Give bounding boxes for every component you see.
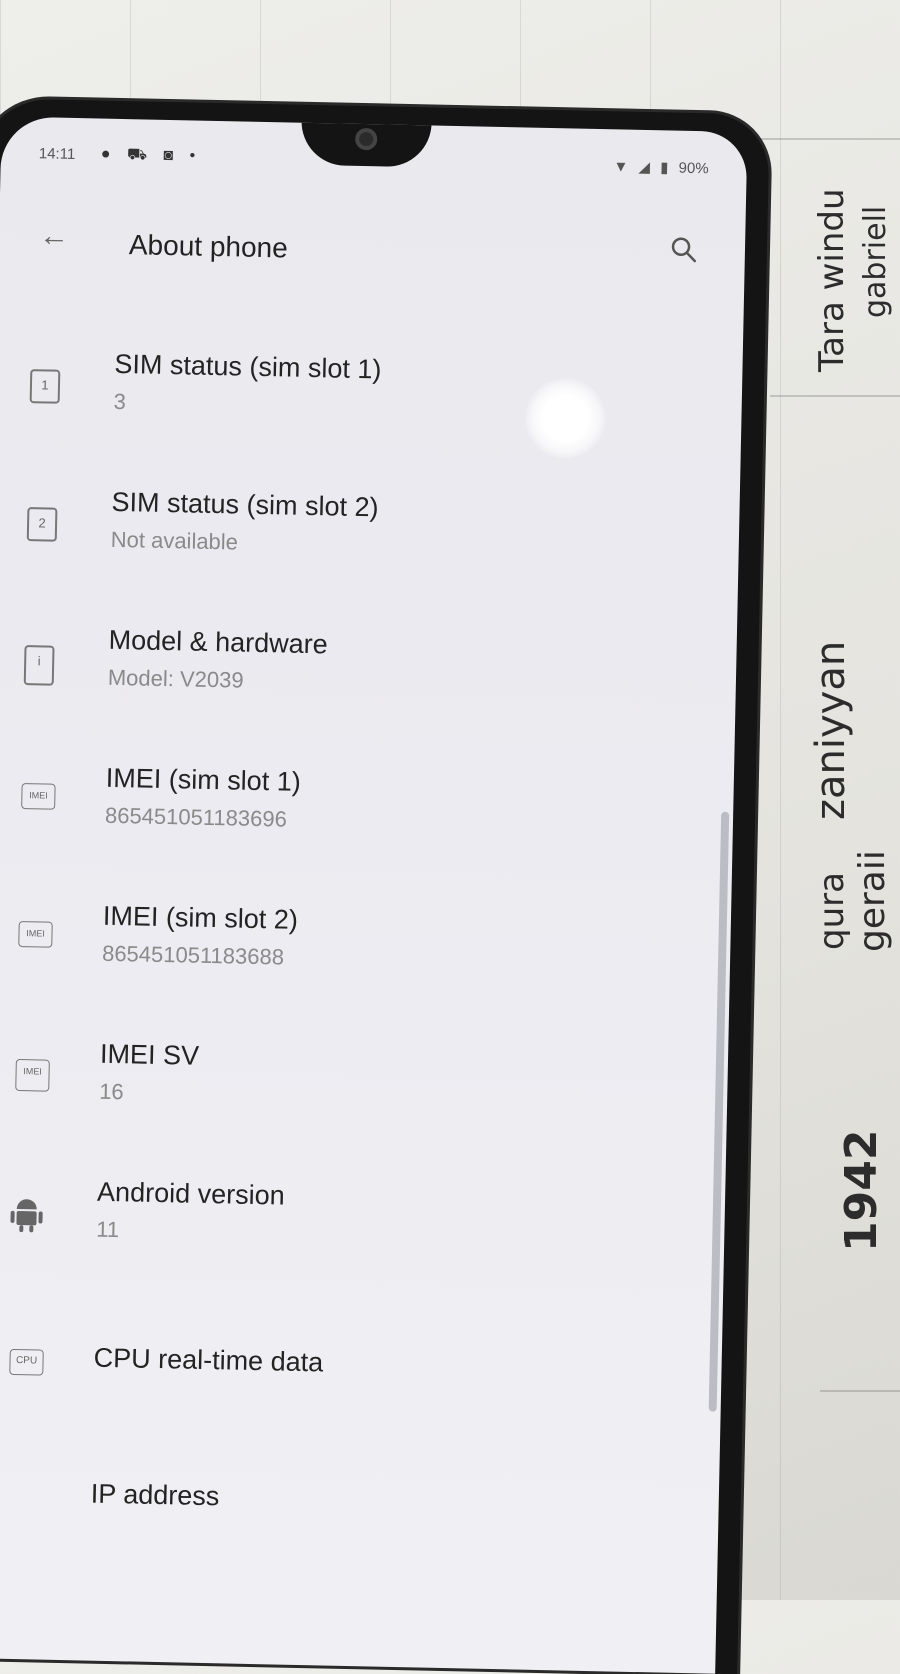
paper-line (770, 395, 900, 397)
phone-info-icon: i (23, 645, 55, 686)
item-title: IP address (90, 1478, 220, 1512)
android-icon (8, 1193, 45, 1239)
front-camera (354, 127, 378, 151)
status-right-group: ▼ ◢ ▮ 90% (607, 157, 709, 177)
handwriting-note: geraii (852, 850, 893, 952)
item-subtitle: 16 (98, 1078, 124, 1105)
item-subtitle: Not available (110, 526, 239, 555)
battery-level: 90% (678, 159, 709, 178)
item-title: Android version (96, 1176, 286, 1211)
status-bar: 14:11 ● ⛟ ◙ • ▼ ◢ ▮ 90% (38, 143, 709, 187)
item-title: Model & hardware (108, 624, 329, 660)
sim-card-icon: 1 (29, 369, 61, 404)
back-arrow-icon[interactable]: ← (39, 219, 76, 256)
page-title: About phone (128, 229, 289, 264)
android-robot-glyph (10, 1199, 43, 1233)
imei-sv-icon: IMEI (15, 1058, 50, 1092)
item-subtitle: Model: V2039 (107, 664, 244, 693)
handwriting-note: zaniyyan (808, 640, 854, 820)
item-subtitle: 11 (96, 1216, 120, 1243)
paper-line (820, 1390, 900, 1392)
list-item-imei-sv[interactable]: IMEI IMEI SV 16 (0, 1028, 728, 1182)
list-item-cpu-data[interactable]: CPU CPU real-time data (0, 1304, 723, 1458)
item-title: SIM status (sim slot 1) (114, 348, 382, 385)
signal-icon: ◢ (638, 158, 651, 177)
item-title: IMEI (sim slot 2) (102, 900, 299, 935)
settings-list: 1 SIM status (sim slot 1) 3 2 SIM status… (0, 338, 743, 1595)
handwriting-note: qura (812, 872, 852, 950)
handwriting-note: 1942 (836, 1129, 887, 1252)
wifi-icon: ▼ (613, 158, 629, 176)
list-item-sim-slot-2[interactable]: 2 SIM status (sim slot 2) Not available (0, 476, 740, 630)
list-item-sim-slot-1[interactable]: 1 SIM status (sim slot 1) 3 (0, 338, 743, 492)
list-item-model-hardware[interactable]: i Model & hardware Model: V2039 (0, 614, 737, 768)
sim-card-icon: 2 (26, 507, 58, 542)
item-title: SIM status (sim slot 2) (111, 486, 379, 523)
item-subtitle: 865451051183688 (101, 940, 285, 970)
phone-body: 14:11 ● ⛟ ◙ • ▼ ◢ ▮ 90% ← About phone 1 (0, 98, 770, 1674)
phone-screen: 14:11 ● ⛟ ◙ • ▼ ◢ ▮ 90% ← About phone 1 (0, 116, 748, 1674)
list-item-imei-slot-1[interactable]: IMEI IMEI (sim slot 1) 865451051183696 (0, 752, 734, 906)
imei-icon: IMEI (21, 783, 56, 810)
app-bar: ← About phone (0, 208, 746, 284)
search-icon[interactable] (669, 234, 706, 271)
list-item-imei-slot-2[interactable]: IMEI IMEI (sim slot 2) 865451051183688 (0, 890, 731, 1044)
item-title: CPU real-time data (93, 1342, 324, 1378)
list-item-android-version[interactable]: Android version 11 (0, 1166, 725, 1320)
notification-icons: ● ⛟ ◙ • (100, 145, 202, 165)
item-subtitle: 865451051183696 (104, 802, 288, 832)
battery-icon: ▮ (660, 159, 669, 177)
cpu-icon: CPU (9, 1348, 44, 1376)
handwriting-note: gabriell (858, 205, 893, 318)
item-title: IMEI (sim slot 1) (105, 762, 302, 797)
search-icon-glyph (671, 237, 696, 263)
item-subtitle: 3 (113, 388, 127, 415)
status-time: 14:11 (38, 145, 76, 164)
imei-icon: IMEI (18, 920, 53, 948)
list-item-ip-address[interactable]: IP address (0, 1442, 720, 1596)
item-title: IMEI SV (99, 1038, 200, 1071)
handwriting-note: Tara windu (812, 188, 852, 372)
